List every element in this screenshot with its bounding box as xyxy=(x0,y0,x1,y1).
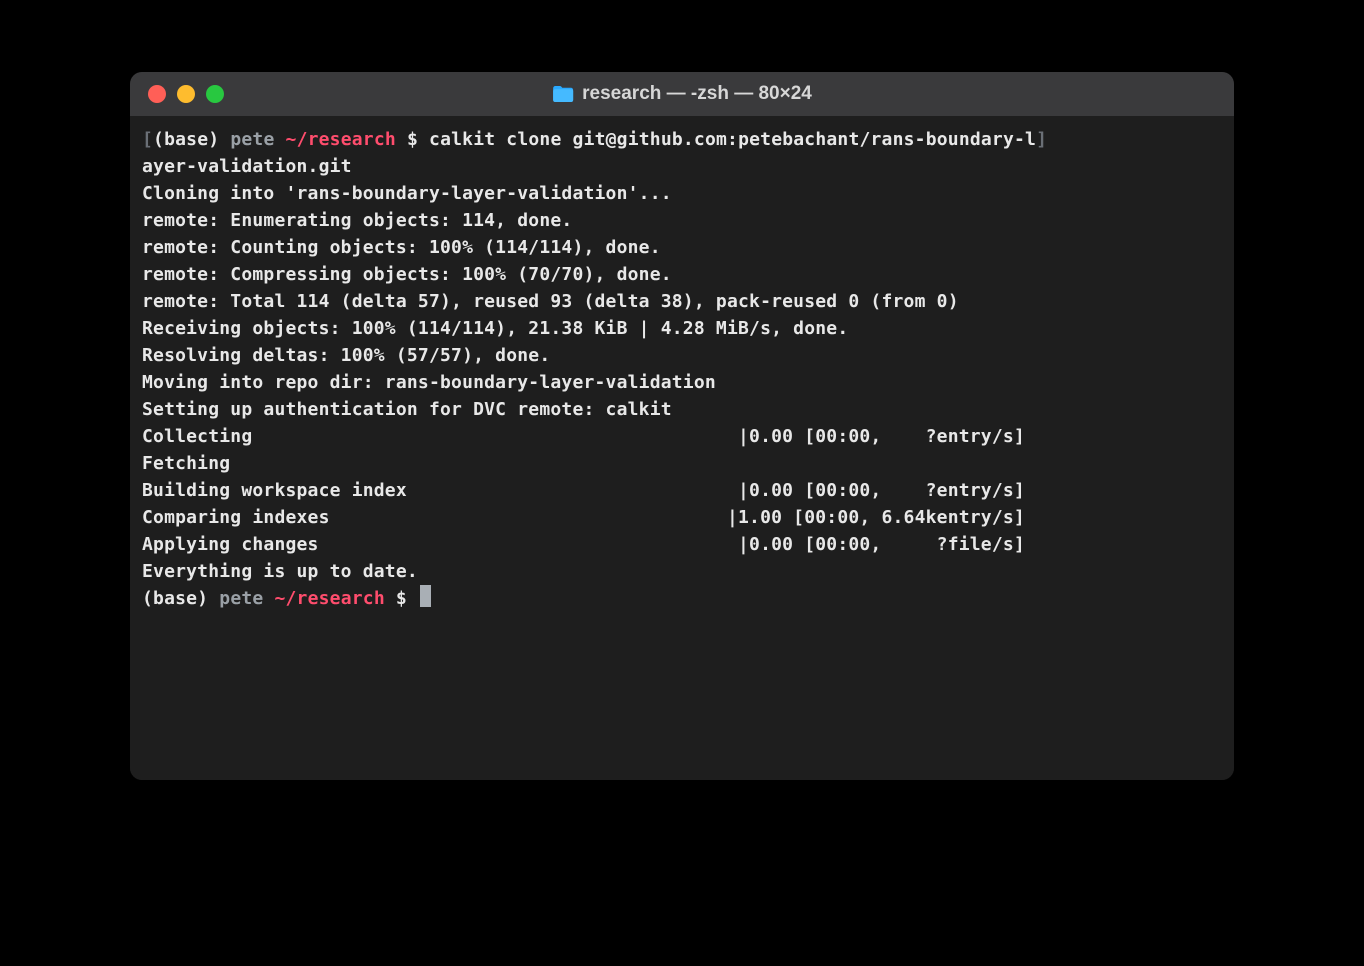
minimize-icon[interactable] xyxy=(177,85,195,103)
output-line: remote: Counting objects: 100% (114/114)… xyxy=(142,234,1222,261)
window-title-text: research — -zsh — 80×24 xyxy=(582,83,812,105)
username: pete xyxy=(219,588,263,609)
cwd-path: ~/research xyxy=(286,129,396,150)
progress-line: Building workspace index |0.00 [00:00, ?… xyxy=(142,477,1222,504)
output-line: Receiving objects: 100% (114/114), 21.38… xyxy=(142,315,1222,342)
terminal-window: research — -zsh — 80×24 [(base) pete ~/r… xyxy=(130,72,1234,780)
output-line: Moving into repo dir: rans-boundary-laye… xyxy=(142,369,1222,396)
command-text: calkit clone git@github.com:petebachant/… xyxy=(429,129,1036,150)
output-line: Setting up authentication for DVC remote… xyxy=(142,396,1222,423)
folder-icon xyxy=(552,85,574,103)
bracket-close: ] xyxy=(1036,129,1047,150)
cwd-path: ~/research xyxy=(274,588,384,609)
progress-line: Collecting |0.00 [00:00, ?entry/s] xyxy=(142,423,1222,450)
output-line: remote: Compressing objects: 100% (70/70… xyxy=(142,261,1222,288)
zoom-icon[interactable] xyxy=(206,85,224,103)
progress-line: Comparing indexes |1.00 [00:00, 6.64kent… xyxy=(142,504,1222,531)
prompt-symbol: $ xyxy=(396,588,407,609)
final-status: Everything is up to date. xyxy=(142,558,1222,585)
conda-env: (base) xyxy=(142,588,208,609)
prompt-symbol: $ xyxy=(407,129,418,150)
progress-line: Applying changes |0.00 [00:00, ?file/s] xyxy=(142,531,1222,558)
bracket-open: [ xyxy=(142,129,153,150)
output-line: Resolving deltas: 100% (57/57), done. xyxy=(142,342,1222,369)
prompt-line-1: [(base) pete ~/research $ calkit clone g… xyxy=(142,126,1222,153)
traffic-lights xyxy=(130,85,224,103)
window-title: research — -zsh — 80×24 xyxy=(552,83,812,105)
username: pete xyxy=(230,129,274,150)
output-line: remote: Total 114 (delta 57), reused 93 … xyxy=(142,288,1222,315)
command-wrap: ayer-validation.git xyxy=(142,153,1222,180)
cursor-icon xyxy=(420,585,431,607)
output-line: remote: Enumerating objects: 114, done. xyxy=(142,207,1222,234)
output-line: Cloning into 'rans-boundary-layer-valida… xyxy=(142,180,1222,207)
terminal-body[interactable]: [(base) pete ~/research $ calkit clone g… xyxy=(130,116,1234,780)
titlebar[interactable]: research — -zsh — 80×24 xyxy=(130,72,1234,116)
conda-env: (base) xyxy=(153,129,219,150)
progress-line: Fetching xyxy=(142,450,1222,477)
close-icon[interactable] xyxy=(148,85,166,103)
prompt-line-2: (base) pete ~/research $ xyxy=(142,585,1222,612)
